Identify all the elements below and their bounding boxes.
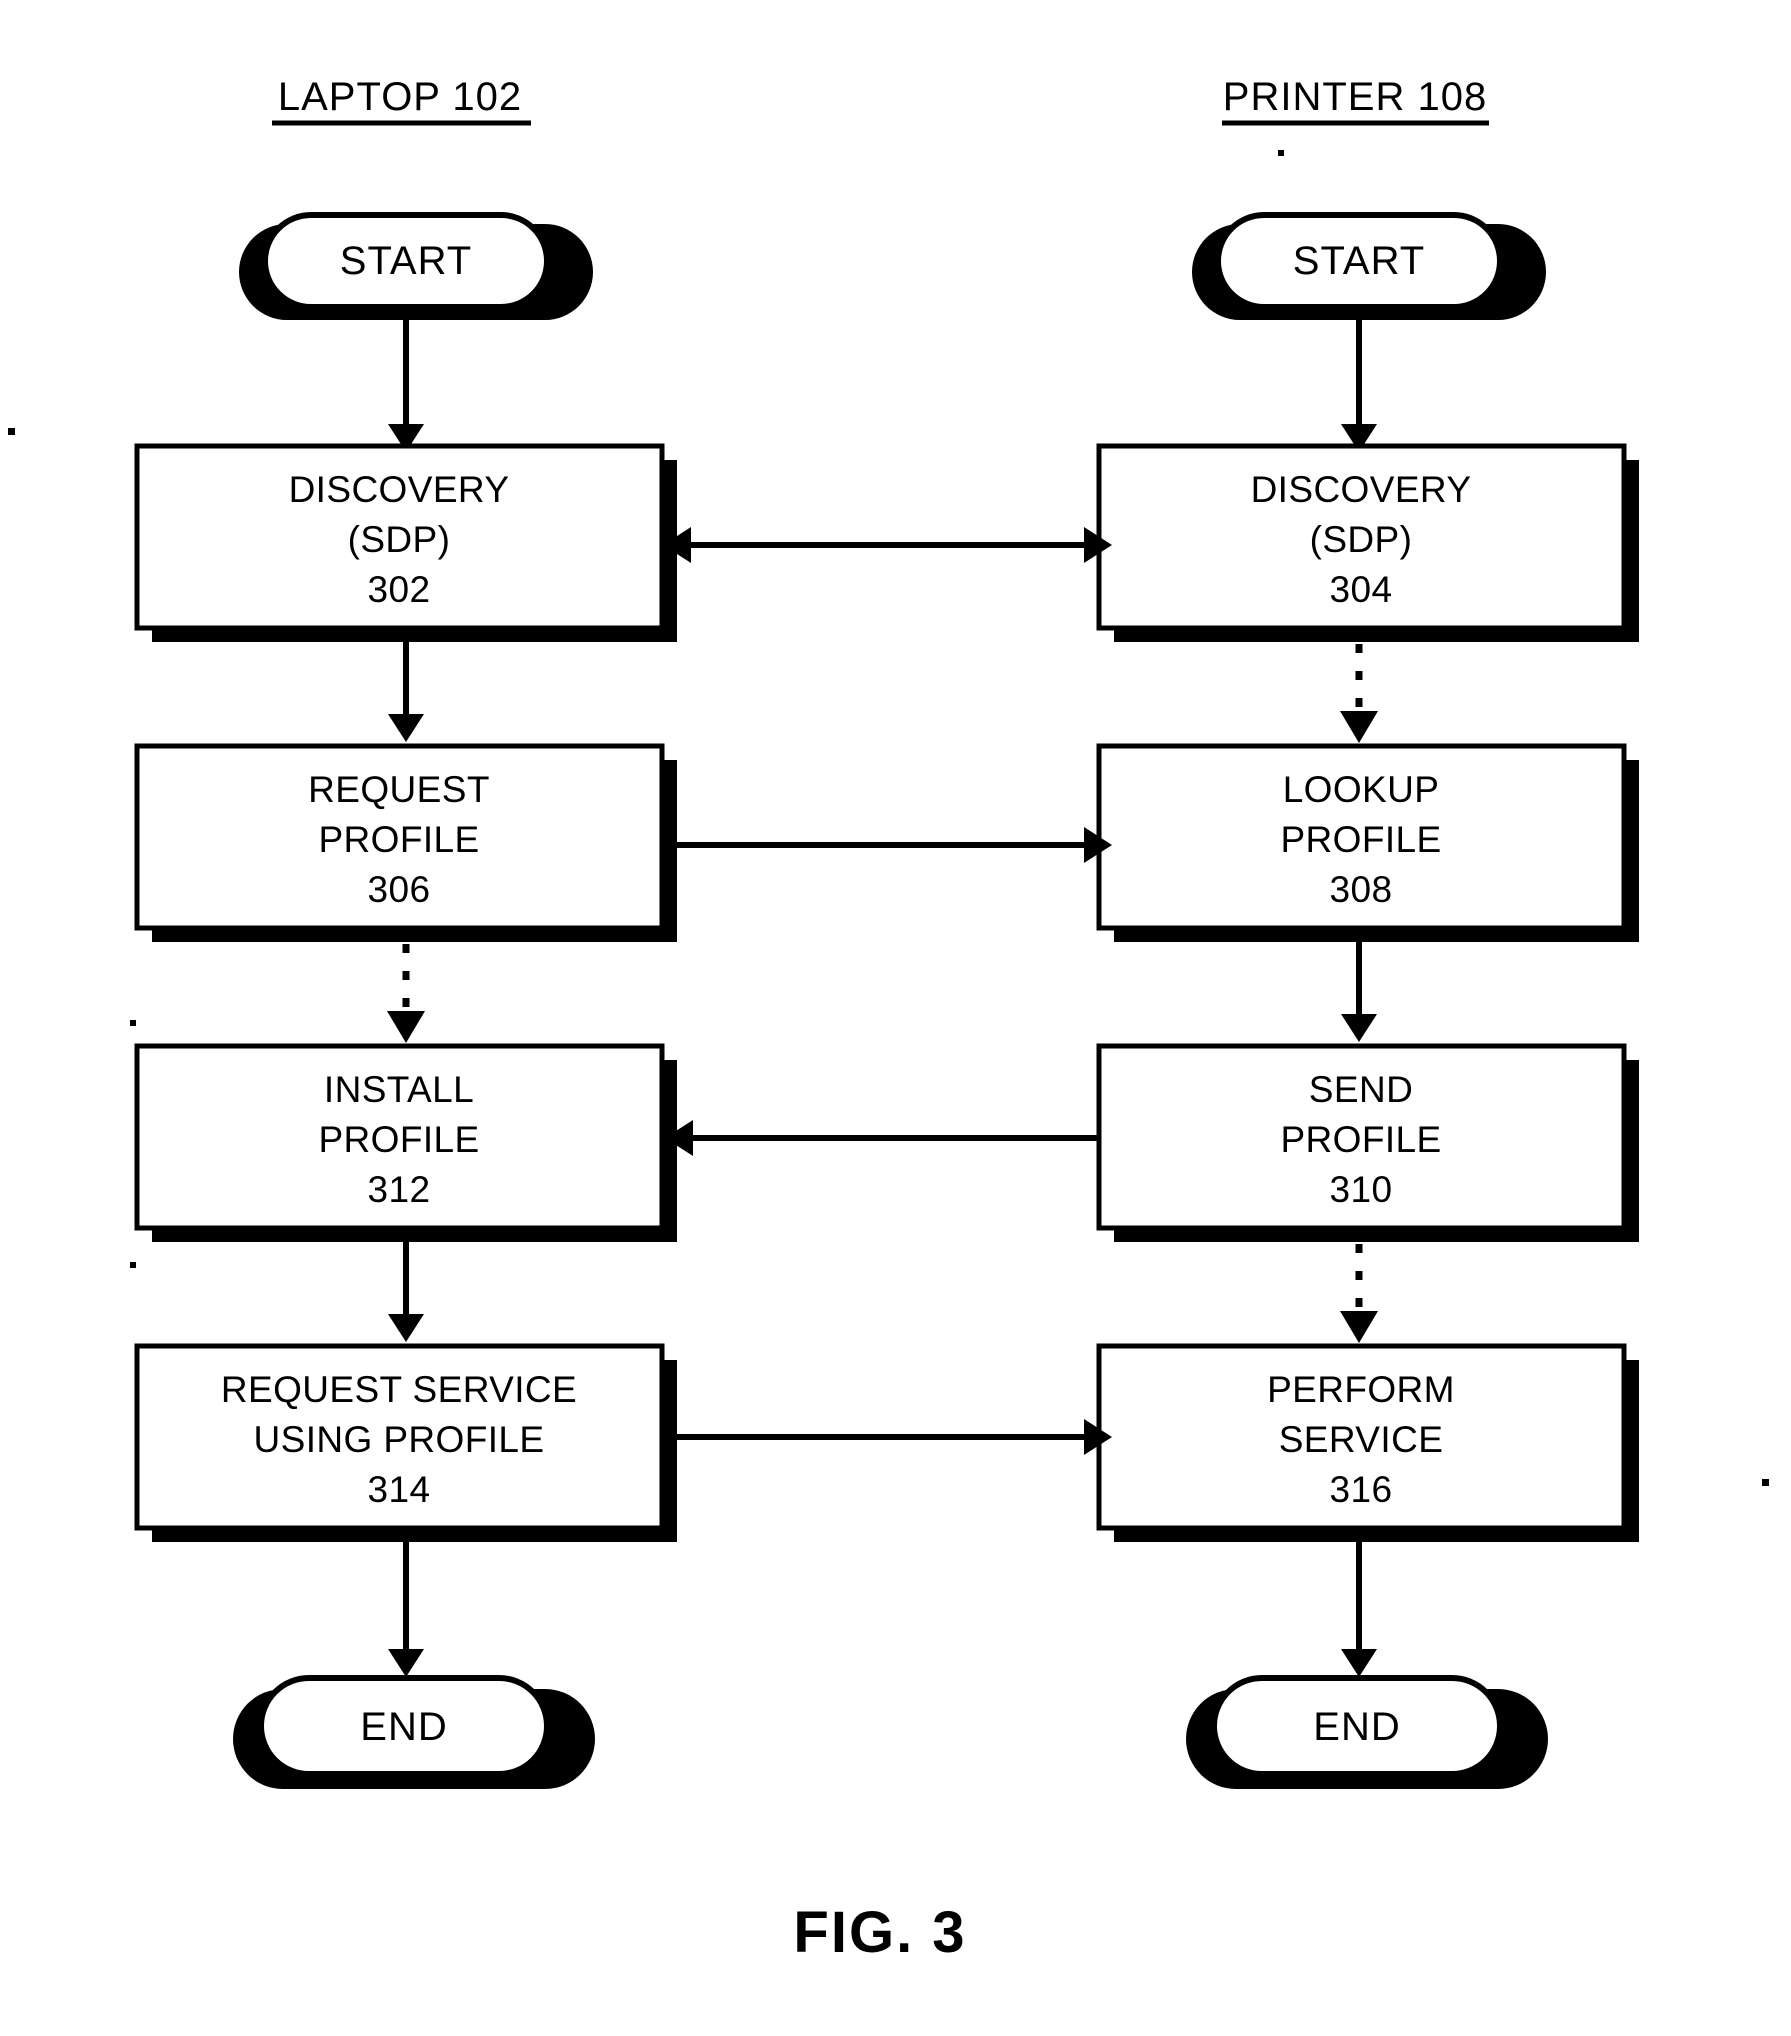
printer-end-terminal: END [1186, 1675, 1548, 1789]
scan-speck [130, 1020, 136, 1026]
laptop-end-terminal: END [233, 1675, 595, 1789]
process-box-304: DISCOVERY (SDP) 304 [1096, 443, 1639, 642]
process-box-310: SEND PROFILE 310 [1096, 1043, 1639, 1242]
printer-start-terminal: START [1192, 212, 1546, 320]
printer-end-label: END [1313, 1705, 1400, 1749]
arrowhead-down [388, 1314, 424, 1342]
column-header-laptop: LAPTOP 102 [272, 75, 531, 126]
process-box-310-line2: PROFILE [1280, 1119, 1441, 1160]
arrowhead-down [1341, 1649, 1377, 1677]
column-header-printer: PRINTER 108 [1222, 75, 1489, 126]
printer-start-label: START [1293, 239, 1425, 283]
process-box-308: LOOKUP PROFILE 308 [1096, 743, 1639, 942]
edge-310-to-312 [665, 1120, 1099, 1156]
process-box-306-line1: REQUEST [308, 769, 490, 810]
process-box-314-ref: 314 [368, 1469, 431, 1510]
scan-speck [130, 1262, 136, 1268]
process-box-308-ref: 308 [1330, 869, 1393, 910]
arrowhead-down-dashed [1340, 711, 1378, 743]
process-box-306: REQUEST PROFILE 306 [134, 743, 677, 942]
edge-314-to-laptop-end [388, 1542, 424, 1677]
process-box-302-line1: DISCOVERY [289, 469, 510, 510]
process-box-312-ref: 312 [368, 1169, 431, 1210]
laptop-start-terminal: START [239, 212, 593, 320]
column-header-laptop-label: LAPTOP 102 [278, 75, 522, 119]
scan-speck [1278, 150, 1284, 156]
figure-caption: FIG. 3 [793, 1900, 966, 1965]
edge-308-to-310 [1341, 942, 1377, 1042]
laptop-end-label: END [360, 1705, 447, 1749]
edge-316-to-printer-end [1341, 1542, 1377, 1677]
process-box-310-line1: SEND [1309, 1069, 1413, 1110]
process-box-316-ref: 316 [1330, 1469, 1393, 1510]
scan-speck [1762, 1479, 1769, 1486]
arrowhead-down [1341, 1014, 1377, 1042]
edge-302-to-306 [388, 642, 424, 742]
edge-laptop-start-to-302 [388, 307, 424, 452]
edge-printer-start-to-304 [1341, 307, 1377, 452]
process-box-312-line2: PROFILE [318, 1119, 479, 1160]
process-box-316: PERFORM SERVICE 316 [1096, 1343, 1639, 1542]
column-header-printer-label: PRINTER 108 [1223, 75, 1487, 119]
edge-306-to-308 [665, 827, 1112, 863]
flowchart-canvas: LAPTOP 102 PRINTER 108 START DISCOVERY (… [8, 75, 1769, 1965]
arrowhead-down [388, 1649, 424, 1677]
process-box-306-ref: 306 [368, 869, 431, 910]
process-box-302-ref: 302 [368, 569, 431, 610]
process-box-304-line2: (SDP) [1310, 519, 1413, 560]
process-box-314: REQUEST SERVICE USING PROFILE 314 [134, 1343, 677, 1542]
process-box-302: DISCOVERY (SDP) 302 [134, 443, 677, 642]
arrowhead-down-dashed [387, 1011, 425, 1043]
process-box-316-line2: SERVICE [1279, 1419, 1444, 1460]
process-box-308-line2: PROFILE [1280, 819, 1441, 860]
edge-302-to-304-bidirectional [663, 527, 1112, 563]
process-box-306-line2: PROFILE [318, 819, 479, 860]
edge-304-to-308 [1340, 644, 1378, 743]
process-box-304-ref: 304 [1330, 569, 1393, 610]
figure-3-flowchart: LAPTOP 102 PRINTER 108 START DISCOVERY (… [0, 0, 1791, 2036]
edge-310-to-316 [1340, 1244, 1378, 1343]
process-box-310-ref: 310 [1330, 1169, 1393, 1210]
process-box-316-line1: PERFORM [1267, 1369, 1455, 1410]
process-box-314-line2: USING PROFILE [254, 1419, 545, 1460]
process-box-302-line2: (SDP) [348, 519, 451, 560]
arrowhead-down-dashed [1340, 1311, 1378, 1343]
process-box-312-line1: INSTALL [324, 1069, 474, 1110]
laptop-start-label: START [340, 239, 472, 283]
process-box-304-line1: DISCOVERY [1251, 469, 1472, 510]
process-box-308-line1: LOOKUP [1283, 769, 1440, 810]
process-box-314-line1: REQUEST SERVICE [221, 1369, 577, 1410]
scan-speck [8, 428, 15, 435]
edge-312-to-314 [388, 1242, 424, 1342]
edge-306-to-312 [387, 944, 425, 1043]
edge-314-to-316 [665, 1419, 1112, 1455]
arrowhead-down [388, 714, 424, 742]
process-box-312: INSTALL PROFILE 312 [134, 1043, 677, 1242]
